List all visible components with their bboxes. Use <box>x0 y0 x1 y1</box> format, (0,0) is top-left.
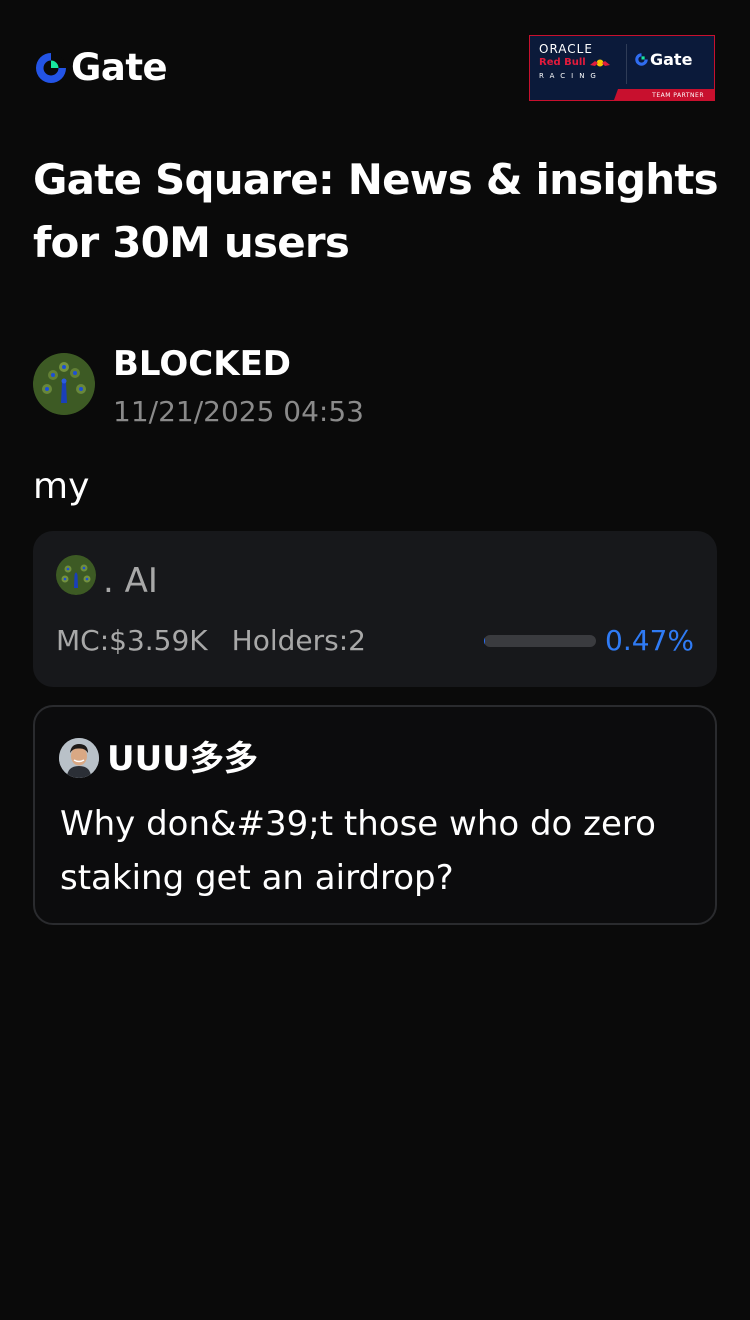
quote-text: Why don&#39;t those who do zero staking … <box>60 804 656 898</box>
token-stats: MC:$3.59K Holders:2 <box>56 623 366 659</box>
author-avatar[interactable] <box>33 353 95 415</box>
holders-count: Holders:2 <box>231 624 366 657</box>
badge-gate-text: Gate <box>650 50 693 69</box>
quote-author-name[interactable]: UUU多多 <box>107 737 258 781</box>
post-body: my <box>33 466 90 507</box>
token-card[interactable]: . AI MC:$3.59K Holders:2 0.47% <box>33 531 717 687</box>
market-cap: MC:$3.59K <box>56 624 208 657</box>
bonding-progress-label: 0.47% <box>605 624 694 657</box>
quote-author-avatar[interactable] <box>59 738 99 778</box>
person-avatar-image <box>59 738 99 778</box>
team-partner-label: TEAM PARTNER <box>652 92 704 99</box>
badge-footer: TEAM PARTNER <box>530 89 714 100</box>
bonding-progress-bar <box>484 635 596 647</box>
gate-logo-text: Gate <box>71 46 168 89</box>
author-name[interactable]: BLOCKED <box>113 342 291 386</box>
redbull-text: Red Bull <box>539 57 586 68</box>
team-partner-badge: ORACLE Red Bull RACING Gate TEAM PARTNER <box>529 35 715 101</box>
token-avatar <box>56 555 96 595</box>
badge-gate-logo: Gate <box>634 50 692 69</box>
bonding-progress-fill <box>484 635 485 647</box>
quoted-post[interactable]: UUU多多 Why don&#39;t those who do zero st… <box>33 705 717 925</box>
redbull-wordmark: Red Bull <box>539 56 621 70</box>
token-name: . AI <box>103 561 158 601</box>
racing-wordmark: RACING <box>539 72 602 80</box>
oracle-redbull-racing-logo: ORACLE Red Bull RACING <box>539 42 621 86</box>
peacock-token-image <box>56 555 96 595</box>
post-timestamp: 11/21/2025 04:53 <box>113 395 364 428</box>
page-title: Gate Square: News & insights for 30M use… <box>33 155 719 267</box>
page-header: Gate ORACLE Red Bull RACING Gate TEAM PA… <box>33 34 715 102</box>
gate-logo-icon <box>36 53 66 83</box>
post-author: BLOCKED 11/21/2025 04:53 <box>33 340 633 432</box>
gate-logo-icon <box>635 53 648 66</box>
badge-divider <box>626 44 627 84</box>
oracle-wordmark: ORACLE <box>539 42 593 56</box>
peacock-avatar-image <box>33 353 95 415</box>
bull-icon <box>589 59 610 67</box>
gate-logo[interactable]: Gate <box>33 46 168 89</box>
